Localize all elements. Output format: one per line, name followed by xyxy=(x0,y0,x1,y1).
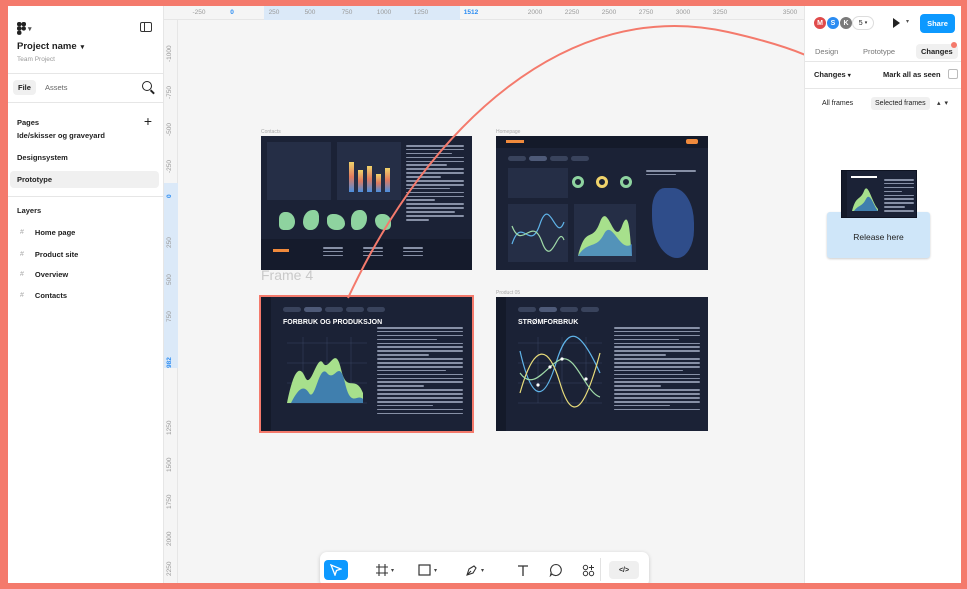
filter-all-frames[interactable]: All frames xyxy=(822,100,853,107)
avatar[interactable]: S xyxy=(826,16,840,30)
chevron-down-icon: ▾ xyxy=(864,20,868,26)
bottom-toolbar: ▾ ▾ ▾ </> xyxy=(320,552,649,583)
comment-icon xyxy=(549,563,562,577)
frame-tool[interactable]: ▾ xyxy=(376,560,394,580)
tab-design[interactable]: Design xyxy=(815,47,838,56)
avatar[interactable]: K xyxy=(839,16,853,30)
avatar-initial: M xyxy=(817,19,823,27)
notification-badge xyxy=(951,42,957,48)
comment-tool[interactable] xyxy=(549,560,563,580)
count-label: 5 xyxy=(858,19,863,27)
pen-tool[interactable]: ▾ xyxy=(465,560,484,580)
text-tool[interactable] xyxy=(517,560,529,580)
mark-all-seen-checkbox[interactable] xyxy=(948,69,958,79)
drop-zone-label: Release here xyxy=(853,232,904,242)
text-icon xyxy=(518,564,528,576)
sort-arrows-icon[interactable]: ▴▾ xyxy=(937,99,952,107)
pen-icon xyxy=(466,564,477,576)
play-icon[interactable] xyxy=(893,18,900,28)
tab-prototype[interactable]: Prototype xyxy=(863,47,895,56)
avatar[interactable]: M xyxy=(813,16,827,30)
chevron-down-icon: ▾ xyxy=(847,73,851,79)
actions-tool[interactable] xyxy=(582,560,595,580)
avatar-initial: K xyxy=(843,19,849,27)
dev-mode-toggle[interactable]: </> xyxy=(609,561,639,579)
shape-tool[interactable]: ▾ xyxy=(418,560,437,580)
divider xyxy=(600,558,601,581)
right-panel: M S K 5 ▾ ▾ Share Design Prototype Change… xyxy=(804,6,961,583)
figma-app: ▾ Project name ▾ Team Project File Asset… xyxy=(8,6,961,583)
filter-selected-frames[interactable]: Selected frames xyxy=(871,97,930,110)
chevron-down-icon: ▾ xyxy=(434,567,438,574)
changes-label: Changes xyxy=(814,70,846,79)
mark-all-seen-label[interactable]: Mark all as seen xyxy=(883,70,941,79)
rectangle-icon xyxy=(418,564,431,576)
drop-zone[interactable]: Release here xyxy=(827,212,930,258)
chevron-down-icon[interactable]: ▾ xyxy=(906,18,909,25)
collaborator-count[interactable]: 5 ▾ xyxy=(852,16,874,30)
changes-dropdown[interactable]: Changes ▾ xyxy=(814,70,851,79)
frame-icon xyxy=(376,564,388,576)
code-icon: </> xyxy=(618,566,630,574)
cursor-icon xyxy=(330,564,342,576)
divider xyxy=(805,61,961,62)
avatar-initial: S xyxy=(830,19,836,27)
divider xyxy=(805,88,961,89)
share-button[interactable]: Share xyxy=(920,14,955,33)
chevron-down-icon: ▾ xyxy=(481,567,485,574)
chevron-down-icon: ▾ xyxy=(391,567,395,574)
dragged-frame-thumbnail xyxy=(841,170,917,218)
move-tool[interactable] xyxy=(324,560,348,580)
actions-icon xyxy=(582,564,595,576)
